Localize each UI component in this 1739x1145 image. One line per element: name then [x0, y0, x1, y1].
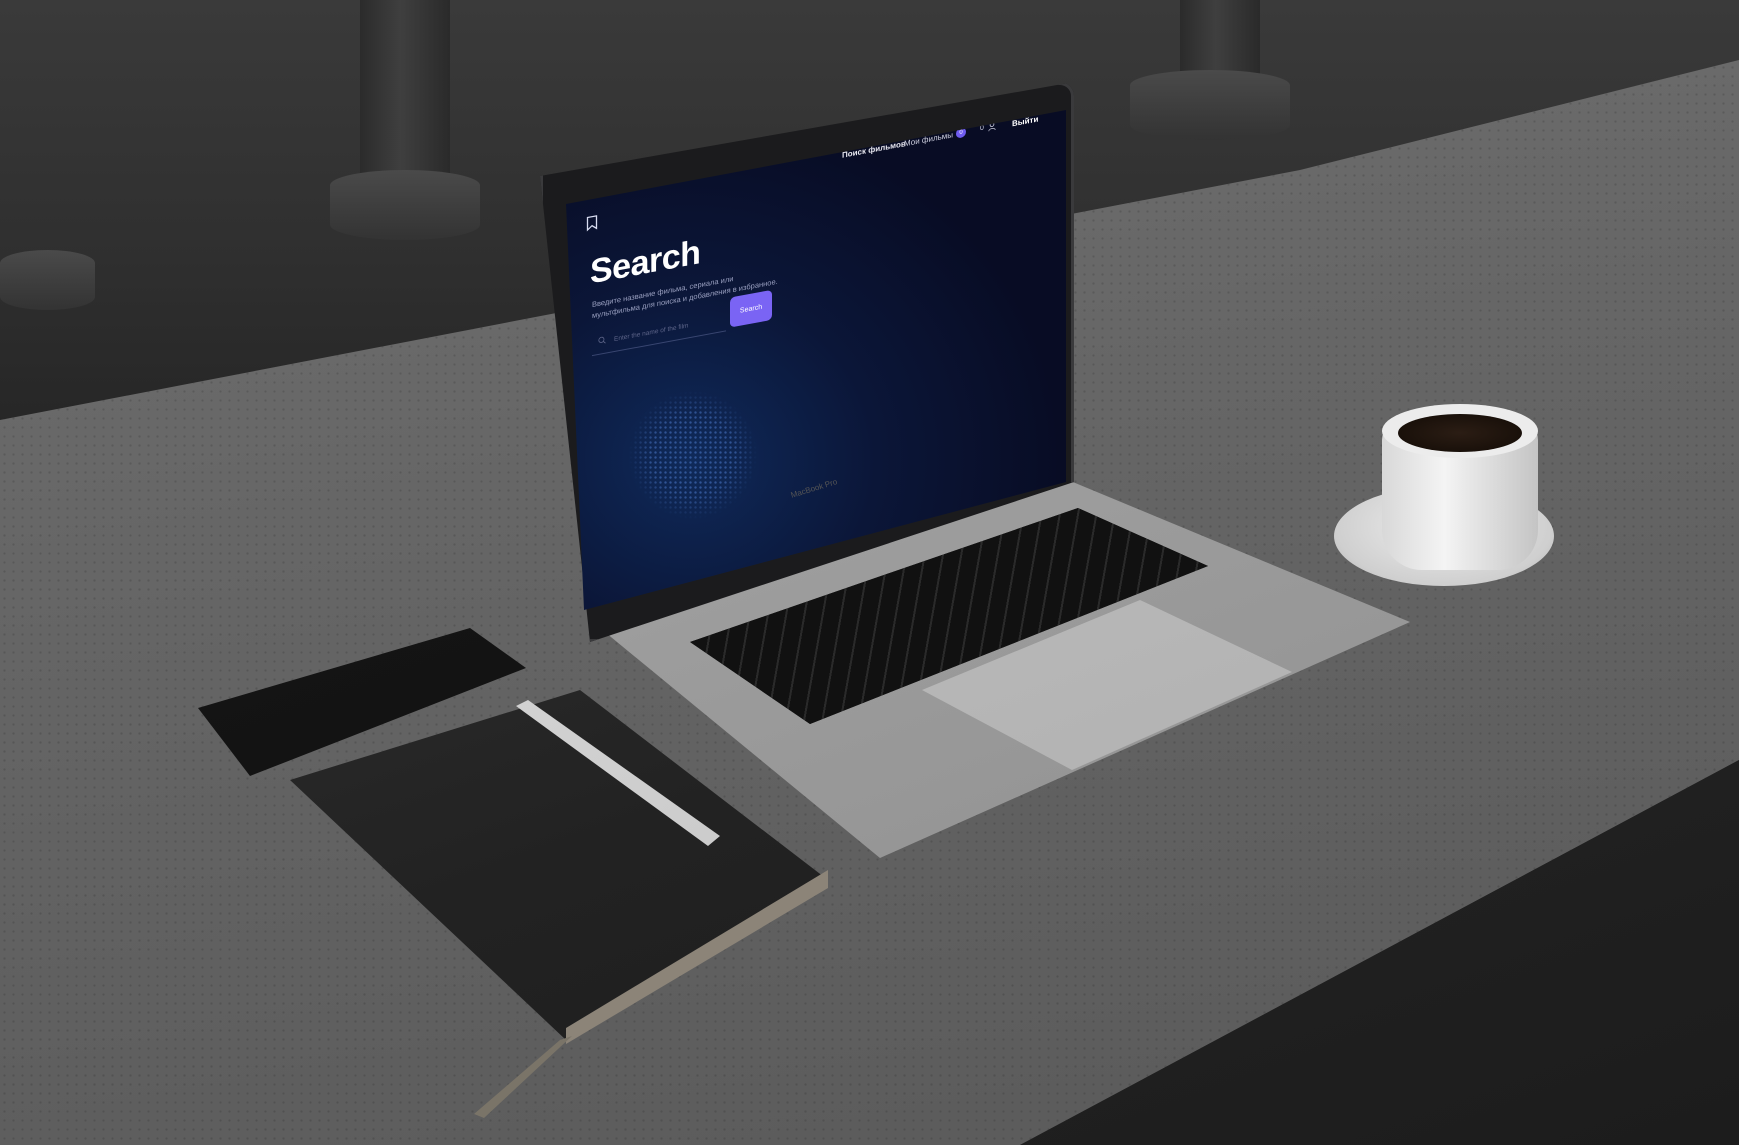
- background-pillar-base: [1130, 70, 1290, 140]
- photo-scene: Поиск фильмов Мои фильмы 0 0 Выйти Searc…: [0, 0, 1739, 1145]
- search-button[interactable]: Search: [730, 289, 772, 328]
- coffee: [1398, 414, 1522, 452]
- background-pillar-base: [330, 170, 480, 240]
- search-icon: [598, 336, 606, 344]
- background-pillar-base: [0, 250, 95, 310]
- bookmark-icon[interactable]: [586, 214, 598, 232]
- search-input[interactable]: [612, 310, 726, 348]
